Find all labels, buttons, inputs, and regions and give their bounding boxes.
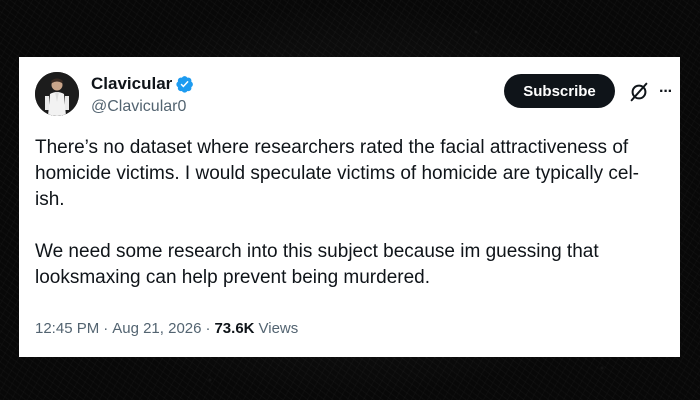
views-count: 73.6K: [214, 320, 255, 337]
tweet-paragraph-1: There’s no dataset where researchers rat…: [35, 137, 639, 210]
grok-icon[interactable]: [628, 81, 650, 103]
tweet-meta: 12:45 PM · Aug 21, 2026 · 73.6K Views: [35, 320, 298, 337]
more-options-icon[interactable]: ···: [659, 83, 673, 101]
tweet-card: Clavicular @Clavicular0 Subscribe ··· Th…: [19, 57, 680, 357]
author-name-row[interactable]: Clavicular: [91, 74, 194, 94]
author-handle[interactable]: @Clavicular0: [91, 98, 186, 116]
tweet-text: There’s no dataset where researchers rat…: [35, 135, 665, 291]
author-display-name[interactable]: Clavicular: [91, 74, 172, 94]
views-label: Views: [258, 320, 299, 337]
verified-badge-icon: [176, 76, 194, 93]
tweet-date[interactable]: Aug 21, 2026: [112, 320, 201, 337]
meta-separator: ·: [205, 320, 211, 337]
avatar-image: [35, 72, 79, 116]
tweet-time[interactable]: 12:45 PM: [35, 320, 99, 337]
avatar[interactable]: [35, 72, 79, 116]
tweet-paragraph-2: We need some research into this subject …: [35, 241, 599, 288]
meta-separator: ·: [103, 320, 109, 337]
subscribe-button[interactable]: Subscribe: [504, 74, 615, 108]
